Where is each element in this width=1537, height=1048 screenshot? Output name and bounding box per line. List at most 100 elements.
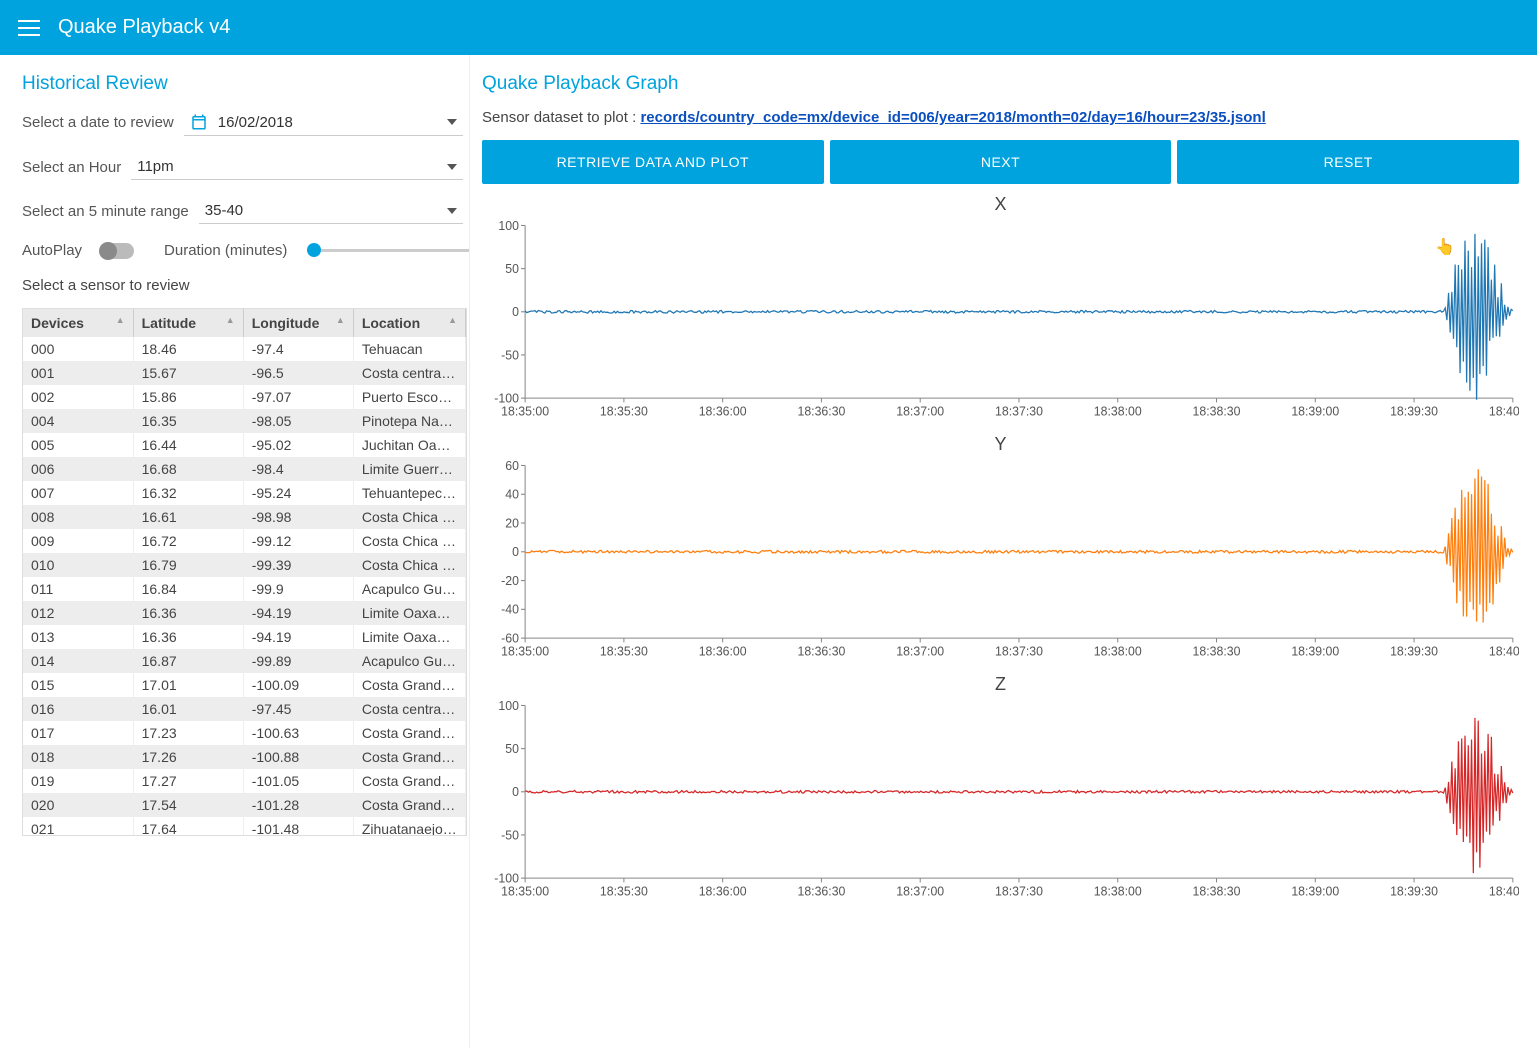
autoplay-label: AutoPlay bbox=[22, 242, 82, 259]
table-row[interactable]: 01216.36-94.19Limite Oaxaca C… bbox=[23, 601, 466, 625]
left-panel: Historical Review Select a date to revie… bbox=[0, 55, 470, 1048]
svg-text:18:36:00: 18:36:00 bbox=[699, 644, 747, 658]
date-input[interactable]: 16/02/2018 bbox=[184, 109, 463, 136]
svg-text:18:40:00: 18:40:00 bbox=[1489, 884, 1519, 898]
svg-text:18:35:30: 18:35:30 bbox=[600, 404, 648, 418]
table-row[interactable]: 00916.72-99.12Costa Chica Gue… bbox=[23, 529, 466, 553]
range-value: 35-40 bbox=[205, 202, 447, 219]
table-row[interactable]: 02117.64-101.48Zihuatanaejo Gu… bbox=[23, 817, 466, 836]
duration-slider[interactable] bbox=[307, 249, 469, 252]
svg-text:18:38:30: 18:38:30 bbox=[1193, 404, 1241, 418]
svg-text:18:39:00: 18:39:00 bbox=[1291, 644, 1339, 658]
svg-text:18:36:30: 18:36:30 bbox=[797, 884, 845, 898]
column-header-latitude[interactable]: Latitude▲ bbox=[133, 309, 243, 337]
svg-text:0: 0 bbox=[512, 545, 519, 559]
historical-review-title: Historical Review bbox=[22, 73, 469, 95]
column-header-devices[interactable]: Devices▲ bbox=[23, 309, 133, 337]
right-panel: Quake Playback Graph Sensor dataset to p… bbox=[470, 55, 1537, 1048]
next-button[interactable]: NEXT bbox=[830, 140, 1172, 184]
svg-text:18:39:00: 18:39:00 bbox=[1291, 884, 1339, 898]
svg-text:-50: -50 bbox=[501, 828, 519, 842]
svg-text:18:37:30: 18:37:30 bbox=[995, 644, 1043, 658]
svg-text:18:39:00: 18:39:00 bbox=[1291, 404, 1339, 418]
table-row[interactable]: 01416.87-99.89Acapulco Guerrero bbox=[23, 649, 466, 673]
svg-text:18:40:00: 18:40:00 bbox=[1489, 644, 1519, 658]
retrieve-button[interactable]: RETRIEVE DATA AND PLOT bbox=[482, 140, 824, 184]
svg-text:60: 60 bbox=[505, 459, 519, 473]
duration-label: Duration (minutes) bbox=[164, 242, 287, 259]
table-row[interactable]: 00018.46-97.4Tehuacan bbox=[23, 337, 466, 361]
table-row[interactable]: 01316.36-94.19Limite Oaxaca C… bbox=[23, 625, 466, 649]
svg-text:18:35:00: 18:35:00 bbox=[501, 884, 549, 898]
date-label: Select a date to review bbox=[22, 114, 174, 131]
chevron-down-icon bbox=[447, 164, 457, 170]
chart-title: Y bbox=[482, 434, 1519, 455]
reset-button[interactable]: RESET bbox=[1177, 140, 1519, 184]
dataset-link[interactable]: records/country_code=mx/device_id=006/ye… bbox=[640, 109, 1265, 126]
chevron-down-icon bbox=[447, 119, 457, 125]
svg-text:40: 40 bbox=[505, 487, 519, 501]
hour-label: Select an Hour bbox=[22, 159, 121, 176]
svg-text:18:36:00: 18:36:00 bbox=[699, 404, 747, 418]
table-row[interactable]: 00516.44-95.02Juchitan Oaxaca bbox=[23, 433, 466, 457]
svg-text:18:39:30: 18:39:30 bbox=[1390, 644, 1438, 658]
autoplay-toggle[interactable] bbox=[100, 243, 134, 259]
date-value: 16/02/2018 bbox=[218, 114, 447, 131]
hour-select[interactable]: 11pm bbox=[131, 154, 463, 180]
svg-text:18:36:30: 18:36:30 bbox=[797, 404, 845, 418]
svg-text:100: 100 bbox=[498, 699, 519, 713]
svg-text:-50: -50 bbox=[501, 348, 519, 362]
table-row[interactable]: 00716.32-95.24Tehuantepec Oa… bbox=[23, 481, 466, 505]
chart-title: Z bbox=[482, 674, 1519, 695]
svg-text:20: 20 bbox=[505, 516, 519, 530]
chevron-down-icon bbox=[447, 208, 457, 214]
chart-y: Y-60-40-20020406018:35:0018:35:3018:36:0… bbox=[482, 434, 1519, 666]
menu-icon[interactable] bbox=[18, 20, 40, 36]
svg-text:18:35:30: 18:35:30 bbox=[600, 644, 648, 658]
range-select[interactable]: 35-40 bbox=[199, 198, 463, 224]
svg-text:100: 100 bbox=[498, 219, 519, 233]
svg-text:18:37:00: 18:37:00 bbox=[896, 644, 944, 658]
svg-text:18:37:00: 18:37:00 bbox=[896, 884, 944, 898]
app-title: Quake Playback v4 bbox=[58, 16, 230, 39]
svg-text:18:40:00: 18:40:00 bbox=[1489, 404, 1519, 418]
table-row[interactable]: 01817.26-100.88Costa Grande G… bbox=[23, 745, 466, 769]
table-row[interactable]: 01016.79-99.39Costa Chica Gue… bbox=[23, 553, 466, 577]
calendar-icon bbox=[190, 113, 208, 131]
svg-text:0: 0 bbox=[512, 785, 519, 799]
svg-text:50: 50 bbox=[505, 742, 519, 756]
table-row[interactable]: 01917.27-101.05Costa Grande G… bbox=[23, 769, 466, 793]
table-row[interactable]: 00816.61-98.98Costa Chica Gue… bbox=[23, 505, 466, 529]
svg-text:50: 50 bbox=[505, 262, 519, 276]
table-row[interactable]: 00416.35-98.05Pinotepa Nacion… bbox=[23, 409, 466, 433]
column-header-longitude[interactable]: Longitude▲ bbox=[243, 309, 353, 337]
svg-text:18:35:00: 18:35:00 bbox=[501, 644, 549, 658]
svg-text:18:35:00: 18:35:00 bbox=[501, 404, 549, 418]
svg-text:0: 0 bbox=[512, 305, 519, 319]
chart-x: X-100-5005010018:35:0018:35:3018:36:0018… bbox=[482, 194, 1519, 426]
svg-text:18:38:30: 18:38:30 bbox=[1193, 644, 1241, 658]
sensor-select-label: Select a sensor to review bbox=[22, 277, 469, 294]
table-row[interactable]: 00115.67-96.5Costa central de … bbox=[23, 361, 466, 385]
svg-text:18:39:30: 18:39:30 bbox=[1390, 404, 1438, 418]
svg-text:-40: -40 bbox=[501, 602, 519, 616]
svg-text:18:38:00: 18:38:00 bbox=[1094, 884, 1142, 898]
column-header-location[interactable]: Location▲ bbox=[353, 309, 465, 337]
top-bar: Quake Playback v4 bbox=[0, 0, 1537, 55]
svg-text:18:36:00: 18:36:00 bbox=[699, 884, 747, 898]
svg-text:18:37:30: 18:37:30 bbox=[995, 404, 1043, 418]
table-row[interactable]: 01616.01-97.45Costa central de … bbox=[23, 697, 466, 721]
table-row[interactable]: 01517.01-100.09Costa Grande G… bbox=[23, 673, 466, 697]
svg-text:18:38:30: 18:38:30 bbox=[1193, 884, 1241, 898]
table-row[interactable]: 01116.84-99.9Acapulco Guerrero bbox=[23, 577, 466, 601]
table-row[interactable]: 01717.23-100.63Costa Grande G… bbox=[23, 721, 466, 745]
table-row[interactable]: 00616.68-98.4Limite Guerrero … bbox=[23, 457, 466, 481]
svg-text:18:38:00: 18:38:00 bbox=[1094, 404, 1142, 418]
svg-text:18:39:30: 18:39:30 bbox=[1390, 884, 1438, 898]
chart-z: Z-100-5005010018:35:0018:35:3018:36:0018… bbox=[482, 674, 1519, 906]
table-row[interactable]: 02017.54-101.28Costa Grande G… bbox=[23, 793, 466, 817]
table-row[interactable]: 00215.86-97.07Puerto Escondid… bbox=[23, 385, 466, 409]
svg-text:18:37:30: 18:37:30 bbox=[995, 884, 1043, 898]
svg-text:18:36:30: 18:36:30 bbox=[797, 644, 845, 658]
sensor-table[interactable]: Devices▲Latitude▲Longitude▲Location▲ 000… bbox=[22, 308, 467, 836]
